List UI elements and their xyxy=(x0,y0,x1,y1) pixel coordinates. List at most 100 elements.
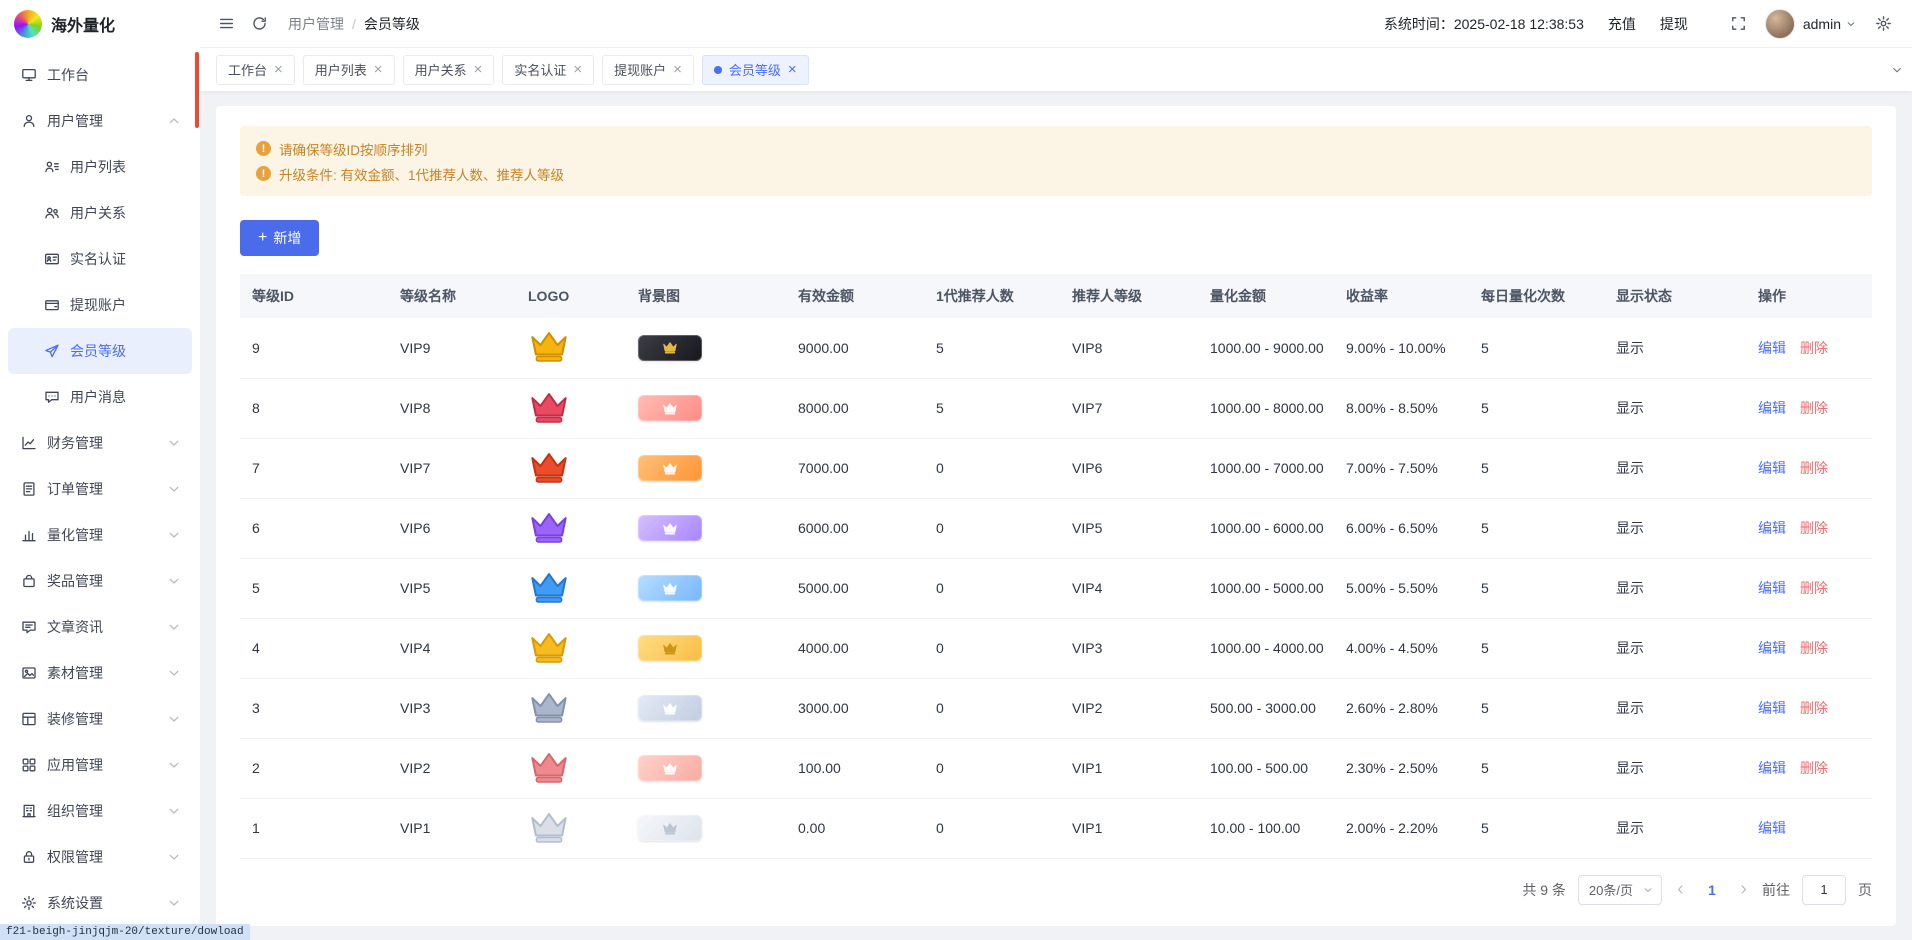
delete-link[interactable]: 删除 xyxy=(1800,460,1828,476)
cell-valid-amount: 6000.00 xyxy=(788,498,926,558)
delete-link[interactable]: 删除 xyxy=(1800,400,1828,416)
cell-display-status: 显示 xyxy=(1606,438,1748,498)
cell-logo xyxy=(518,318,628,378)
grid-icon xyxy=(21,757,37,773)
goto-page-input[interactable] xyxy=(1802,875,1846,905)
cell-daily-count: 5 xyxy=(1471,558,1606,618)
delete-link[interactable]: 删除 xyxy=(1800,700,1828,716)
edit-link[interactable]: 编辑 xyxy=(1758,760,1786,776)
tab-user-list[interactable]: 用户列表 × xyxy=(303,55,395,85)
edit-link[interactable]: 编辑 xyxy=(1758,400,1786,416)
edit-link[interactable]: 编辑 xyxy=(1758,460,1786,476)
recharge-button[interactable]: 充值 xyxy=(1608,14,1636,34)
sidebar-item-finance-manage[interactable]: 财务管理 xyxy=(8,420,192,466)
close-icon[interactable]: × xyxy=(573,62,582,77)
edit-link[interactable]: 编辑 xyxy=(1758,820,1786,836)
username: admin xyxy=(1803,16,1841,32)
tab-member-level[interactable]: 会员等级 × xyxy=(702,55,809,85)
column-header: LOGO xyxy=(518,274,628,318)
breadcrumb-section[interactable]: 用户管理 xyxy=(288,14,344,34)
sidebar-item-user-relation[interactable]: 用户关系 xyxy=(8,190,192,236)
close-icon[interactable]: × xyxy=(374,62,383,77)
edit-link[interactable]: 编辑 xyxy=(1758,340,1786,356)
cell-referrer-level: VIP1 xyxy=(1062,798,1200,858)
close-icon[interactable]: × xyxy=(474,62,483,77)
sidebar-item-org-manage[interactable]: 组织管理 xyxy=(8,788,192,834)
level-background-badge xyxy=(638,395,702,421)
settings-gear-icon[interactable] xyxy=(1875,15,1892,32)
sidebar-item-workbench[interactable]: 工作台 xyxy=(8,52,192,98)
sidebar-item-article-news[interactable]: 文章资讯 xyxy=(8,604,192,650)
sidebar-item-perm-manage[interactable]: 权限管理 xyxy=(8,834,192,880)
tab-withdraw-account[interactable]: 提现账户× xyxy=(602,55,694,85)
sidebar-item-user-manage[interactable]: 用户管理 xyxy=(8,98,192,144)
tab-user-relation[interactable]: 用户关系× xyxy=(403,55,495,85)
edit-link[interactable]: 编辑 xyxy=(1758,580,1786,596)
prev-page-button[interactable] xyxy=(1674,883,1687,896)
sidebar-item-prize-manage[interactable]: 奖品管理 xyxy=(8,558,192,604)
withdraw-button[interactable]: 提现 xyxy=(1660,14,1688,34)
message-lines-icon xyxy=(21,619,37,635)
edit-link[interactable]: 编辑 xyxy=(1758,640,1786,656)
tab-label: 用户列表 xyxy=(315,60,367,79)
edit-link[interactable]: 编辑 xyxy=(1758,520,1786,536)
cell-rate: 6.00% - 6.50% xyxy=(1336,498,1471,558)
page-size-select[interactable]: 20条/页 xyxy=(1578,875,1662,905)
sidebar-item-real-name-auth[interactable]: 实名认证 xyxy=(8,236,192,282)
sidebar-item-app-manage[interactable]: 应用管理 xyxy=(8,742,192,788)
cell-level-name: VIP9 xyxy=(390,318,518,378)
cell-actions: 编辑删除 xyxy=(1748,618,1872,678)
close-icon[interactable]: × xyxy=(274,62,283,77)
edit-link[interactable]: 编辑 xyxy=(1758,700,1786,716)
add-button[interactable]: + 新增 xyxy=(240,220,319,256)
sidebar-item-member-level[interactable]: 会员等级 xyxy=(8,328,192,374)
delete-link[interactable]: 删除 xyxy=(1800,580,1828,596)
tab-real-name-auth[interactable]: 实名认证 × xyxy=(502,55,594,85)
sidebar-item-label: 提现账户 xyxy=(70,295,126,315)
alert-message: !升级条件: 有效金额、1代推荐人数、推荐人等级 xyxy=(256,161,1856,186)
plus-icon: + xyxy=(258,230,267,246)
sidebar-item-label: 用户消息 xyxy=(70,387,126,407)
tab-label: 会员等级 xyxy=(729,60,781,79)
avatar[interactable] xyxy=(1765,9,1795,39)
delete-link[interactable]: 删除 xyxy=(1800,520,1828,536)
cell-display-status: 显示 xyxy=(1606,798,1748,858)
user-menu[interactable]: admin xyxy=(1803,16,1857,32)
cell-rate: 2.60% - 2.80% xyxy=(1336,678,1471,738)
refresh-icon[interactable] xyxy=(251,15,268,32)
sidebar-item-material-manage[interactable]: 素材管理 xyxy=(8,650,192,696)
cell-level-name: VIP4 xyxy=(390,618,518,678)
cell-quant-amount: 1000.00 - 7000.00 xyxy=(1200,438,1336,498)
next-page-button[interactable] xyxy=(1737,883,1750,896)
sidebar-item-system-settings[interactable]: 系统设置 xyxy=(8,880,192,926)
sidebar-item-label: 用户列表 xyxy=(70,157,126,177)
collapse-sidebar-icon[interactable] xyxy=(218,15,235,32)
cell-rate: 7.00% - 7.50% xyxy=(1336,438,1471,498)
sidebar-item-user-message[interactable]: 用户消息 xyxy=(8,374,192,420)
sidebar-item-withdraw-account[interactable]: 提现账户 xyxy=(8,282,192,328)
cell-referrer-level: VIP6 xyxy=(1062,438,1200,498)
page-number[interactable]: 1 xyxy=(1699,882,1725,898)
sidebar-item-user-list[interactable]: 用户列表 xyxy=(8,144,192,190)
sidebar-item-decor-manage[interactable]: 装修管理 xyxy=(8,696,192,742)
fullscreen-icon[interactable] xyxy=(1730,15,1747,32)
delete-link[interactable]: 删除 xyxy=(1800,760,1828,776)
tab-label: 实名认证 xyxy=(514,60,566,79)
cell-quant-amount: 100.00 - 500.00 xyxy=(1200,738,1336,798)
cell-logo xyxy=(518,378,628,438)
sidebar-scrollbar-thumb[interactable] xyxy=(195,52,199,128)
close-icon[interactable]: × xyxy=(673,62,682,77)
crown-logo-icon xyxy=(528,810,570,844)
tab-workbench[interactable]: 工作台× xyxy=(216,55,295,85)
sidebar-item-quant-manage[interactable]: 量化管理 xyxy=(8,512,192,558)
delete-link[interactable]: 删除 xyxy=(1800,640,1828,656)
delete-link[interactable]: 删除 xyxy=(1800,340,1828,356)
sidebar-item-order-manage[interactable]: 订单管理 xyxy=(8,466,192,512)
cell-daily-count: 5 xyxy=(1471,498,1606,558)
cell-logo xyxy=(518,678,628,738)
close-icon[interactable]: × xyxy=(788,62,797,77)
gear-icon xyxy=(21,895,37,911)
tabs-dropdown-icon[interactable] xyxy=(1890,48,1904,91)
column-header: 每日量化次数 xyxy=(1471,274,1606,318)
cell-background xyxy=(628,738,788,798)
